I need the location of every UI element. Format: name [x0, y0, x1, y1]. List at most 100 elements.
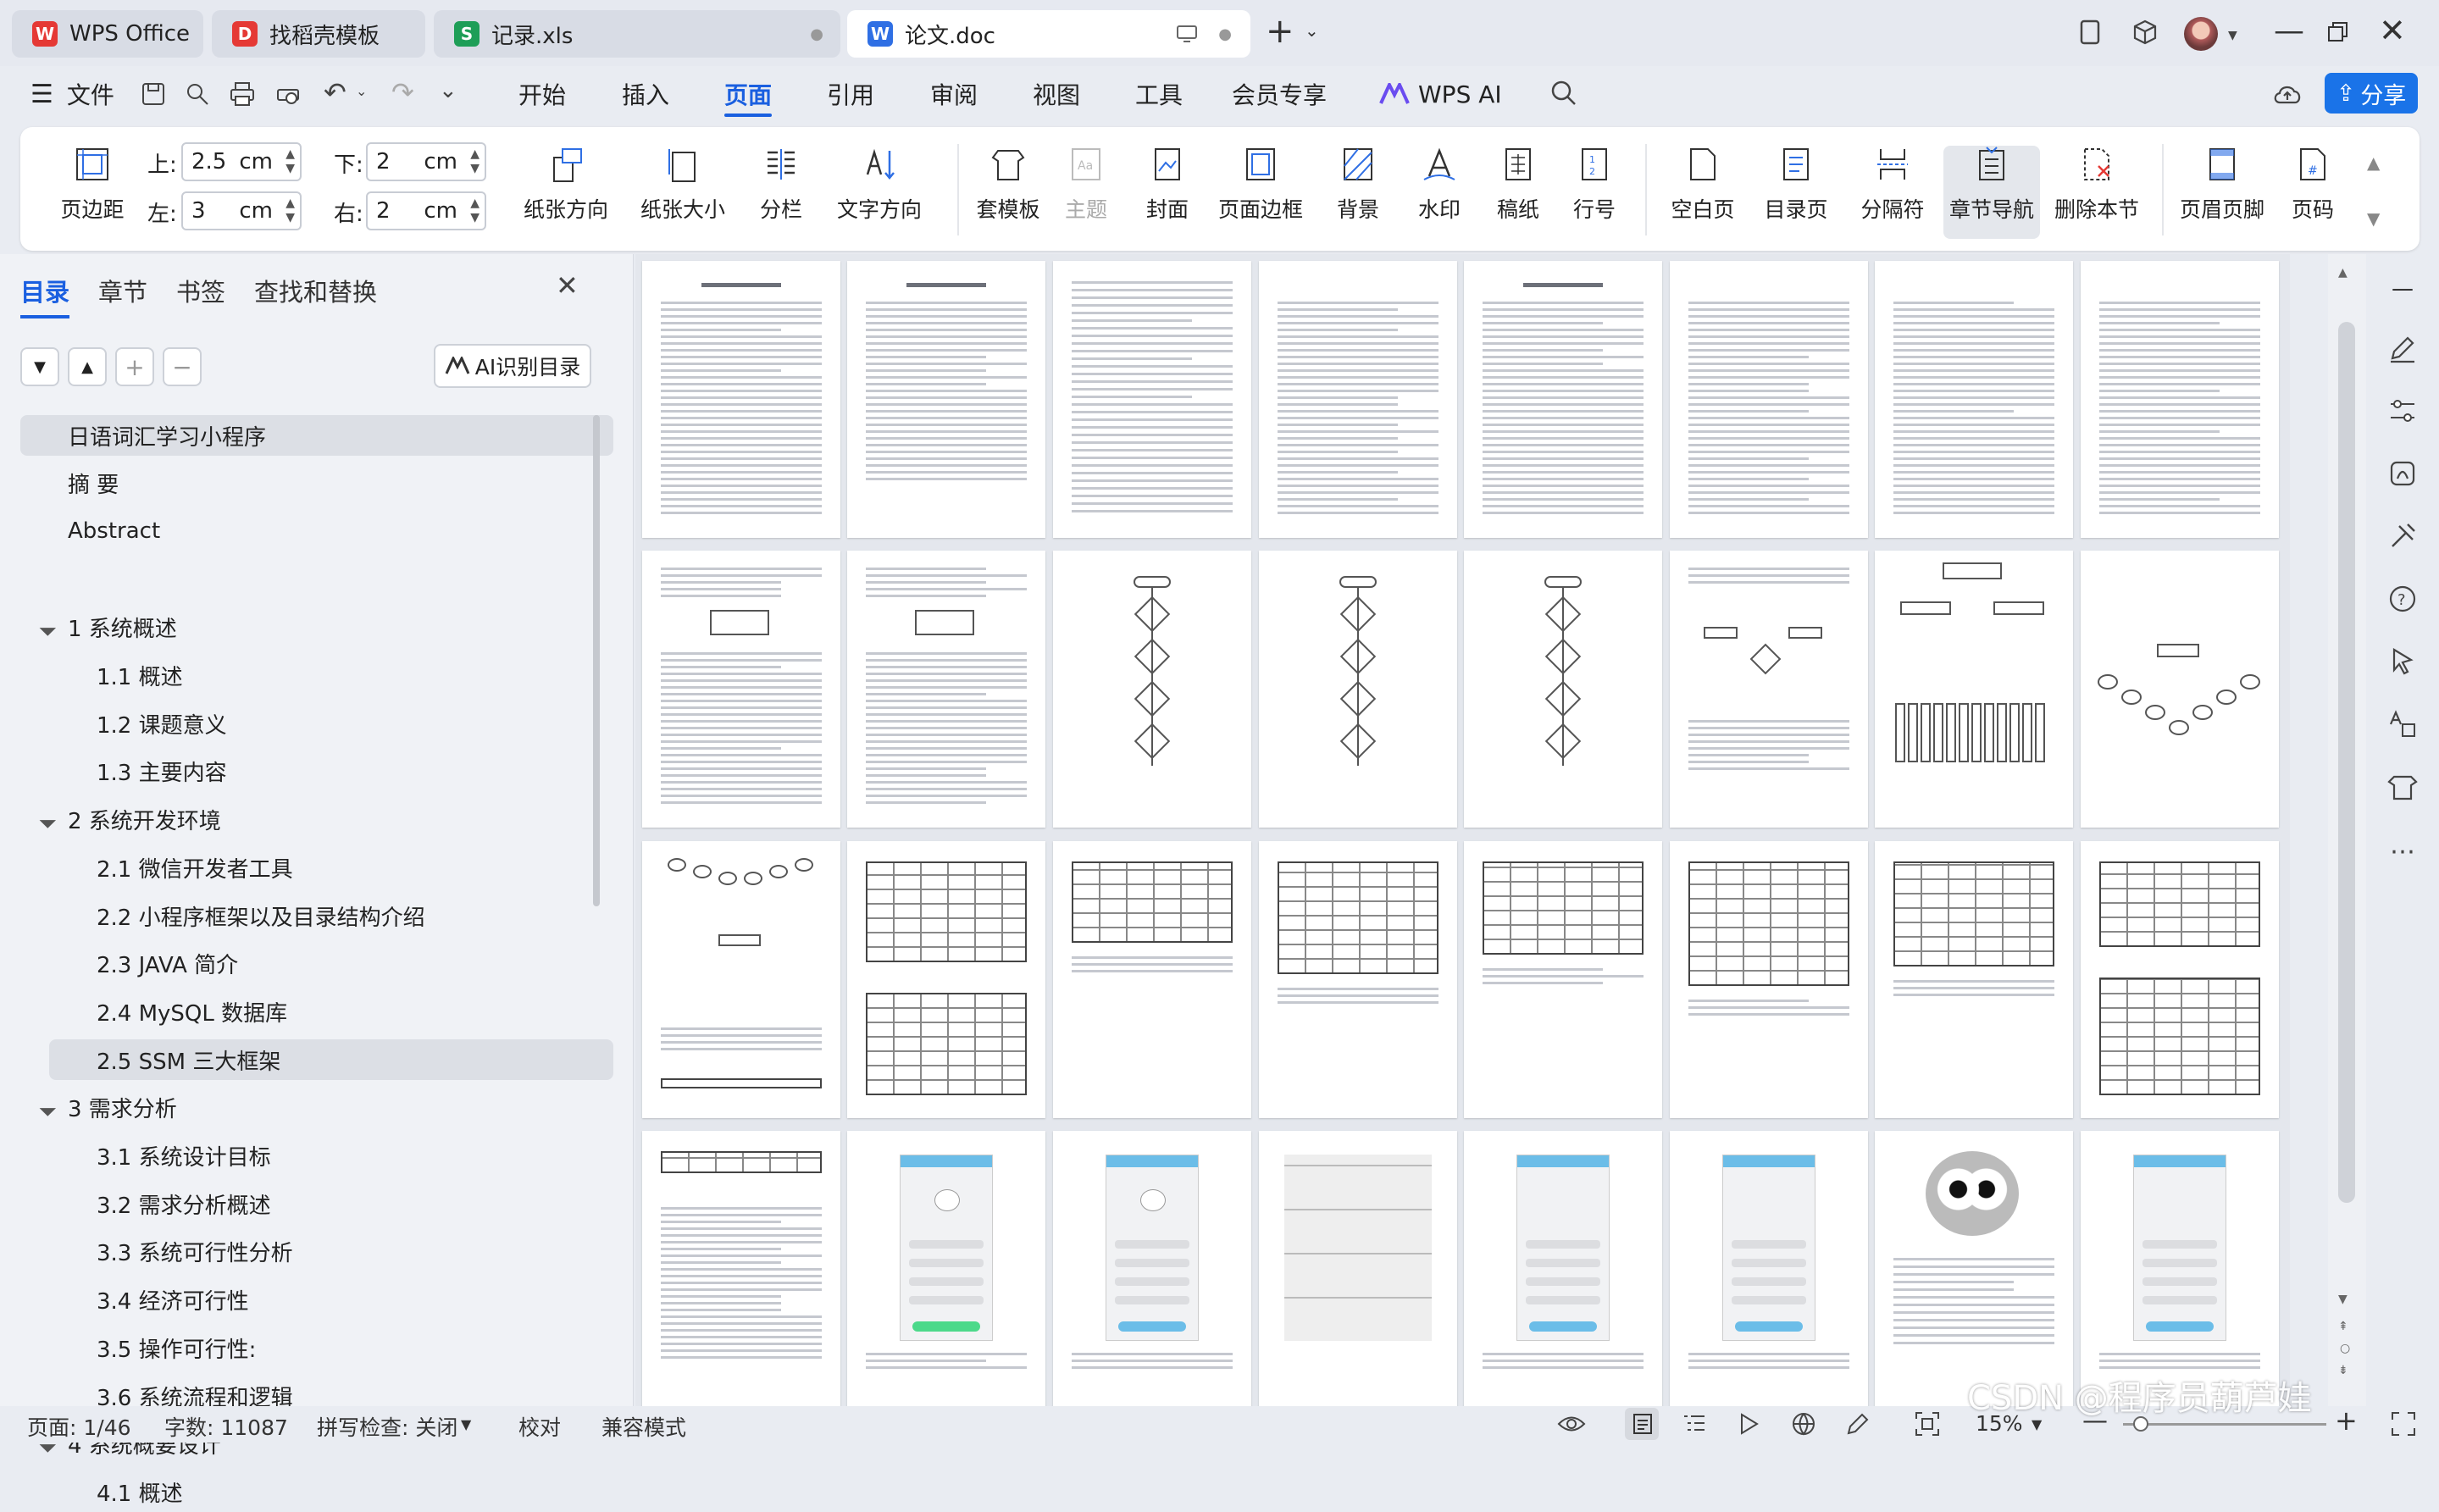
toc-item[interactable]: 1.3 主要内容	[97, 751, 605, 792]
toc-item[interactable]: 3.5 操作可行性:	[97, 1327, 605, 1368]
tools-icon[interactable]	[2385, 518, 2420, 554]
adjust-sliders-icon[interactable]	[2385, 393, 2420, 429]
page-indicator[interactable]: 页面: 1/46	[27, 1411, 131, 1442]
top-margin-input[interactable]: 2.5 cm ▲ ▼	[181, 142, 302, 181]
ribbon-scroll-up-icon[interactable]: ▲	[2367, 152, 2380, 173]
window-layout-icon[interactable]	[2077, 19, 2104, 46]
avatar[interactable]	[2184, 17, 2218, 51]
page-thumbnail[interactable]	[1670, 1131, 1868, 1406]
page-thumbnail[interactable]	[1670, 261, 1868, 538]
toc-item[interactable]: 2.5 SSM 三大框架	[49, 1039, 613, 1080]
file-menu[interactable]: ☰ 文件	[30, 66, 114, 122]
restore-icon[interactable]	[2326, 20, 2350, 44]
tab-dot-icon[interactable]: ●	[1218, 25, 1232, 43]
toc-item[interactable]: 4.1 概述	[97, 1471, 605, 1512]
word-count[interactable]: 字数: 11087	[164, 1411, 288, 1442]
tab-toc[interactable]: 目录	[20, 273, 69, 308]
style-icon[interactable]	[2385, 456, 2420, 491]
next-page-icon[interactable]: ⇟	[2338, 1364, 2348, 1377]
toc-item[interactable]: ◢ 1 系统概述	[68, 607, 576, 648]
minimize-icon[interactable]: —	[2274, 14, 2304, 48]
tab-wps-office[interactable]: W WPS Office	[12, 10, 203, 58]
blank-page-button[interactable]: 空白页	[1660, 146, 1745, 239]
paper-size-button[interactable]: 纸张大小	[632, 146, 734, 239]
zoom-slider[interactable]	[2123, 1423, 2326, 1426]
print-preview-icon[interactable]	[274, 81, 302, 107]
wps-ai-button[interactable]: WPS AI	[1379, 66, 1502, 122]
spin-arrows-icon[interactable]: ▲ ▼	[285, 147, 295, 176]
monitor-icon[interactable]	[1176, 25, 1198, 43]
cube-icon[interactable]	[2131, 19, 2159, 46]
toc-item[interactable]: 3.1 系统设计目标	[97, 1136, 605, 1177]
page-thumbnail[interactable]	[1464, 1131, 1662, 1406]
tab-dot-icon[interactable]: ●	[810, 25, 823, 43]
template-icon[interactable]	[2385, 769, 2420, 805]
toc-item[interactable]: 3.3 系统可行性分析	[97, 1232, 605, 1272]
move-up-button[interactable]: ▲	[68, 347, 107, 386]
toc-item[interactable]: ◢ 3 需求分析	[68, 1088, 576, 1128]
browse-object-icon[interactable]: ○	[2340, 1342, 2350, 1355]
page-thumbnail[interactable]	[1259, 1131, 1457, 1406]
expand-caret-icon[interactable]: ◢	[38, 1097, 59, 1118]
scroll-down-icon[interactable]: ▼	[2338, 1293, 2348, 1306]
page-thumbnail[interactable]	[2081, 1131, 2279, 1406]
section-nav-button[interactable]: 章节导航	[1943, 146, 2040, 239]
toc-page-button[interactable]: 目录页	[1754, 146, 1838, 239]
translate-icon[interactable]	[2385, 706, 2420, 742]
page-view-button[interactable]	[1625, 1408, 1659, 1440]
tab-find-replace[interactable]: 查找和替换	[254, 273, 377, 308]
menu-page[interactable]: 页面	[724, 66, 772, 122]
page-thumbnail[interactable]	[1053, 551, 1251, 828]
fit-page-icon[interactable]	[1915, 1411, 1940, 1437]
page-thumbnail[interactable]	[642, 261, 840, 538]
chevron-down-icon[interactable]: ⌄	[356, 83, 367, 99]
eye-icon[interactable]	[1557, 1413, 1586, 1435]
toc-item[interactable]: 2.4 MySQL 数据库	[97, 991, 605, 1032]
help-icon[interactable]: ?	[2385, 581, 2420, 617]
page-border-button[interactable]: 页面边框	[1210, 146, 1311, 239]
edit-pen-icon[interactable]	[2385, 330, 2420, 366]
watermark-button[interactable]: 水印	[1401, 146, 1477, 239]
remove-heading-button[interactable]: −	[163, 347, 202, 386]
spin-arrows-icon[interactable]: ▲ ▼	[470, 147, 479, 176]
menu-review[interactable]: 审阅	[930, 66, 978, 122]
bottom-margin-input[interactable]: 2 cm ▲ ▼	[366, 142, 486, 181]
toc-item[interactable]: 3.4 经济可行性	[97, 1280, 605, 1321]
scroll-up-icon[interactable]: ▲	[2338, 266, 2348, 280]
format-painter-icon[interactable]	[185, 81, 210, 107]
chevron-down-icon[interactable]: ▼	[2228, 29, 2237, 42]
vertical-scrollbar[interactable]: ▲ ▼ ⇞ ○ ⇟	[2328, 254, 2366, 1406]
page-thumbnail[interactable]	[642, 841, 840, 1118]
page-thumbnail[interactable]	[1053, 261, 1251, 538]
undo-icon[interactable]: ↶	[324, 76, 346, 108]
toc-item[interactable]: 日语词汇学习小程序	[20, 415, 613, 456]
pen-icon[interactable]	[1845, 1411, 1871, 1437]
ai-toc-button[interactable]: AI识别目录	[434, 344, 591, 388]
theme-button[interactable]: Aa 主题	[1052, 146, 1120, 239]
page-thumbnail[interactable]	[847, 261, 1045, 538]
orientation-button[interactable]: 纸张方向	[515, 146, 617, 239]
new-tab-icon[interactable]: +	[1266, 12, 1294, 51]
page-thumbnail[interactable]	[847, 1131, 1045, 1406]
delete-section-button[interactable]: 删除本节	[2050, 146, 2143, 239]
tab-sections[interactable]: 章节	[98, 273, 147, 308]
menu-insert[interactable]: 插入	[622, 66, 669, 122]
zoom-in-icon[interactable]: +	[2335, 1404, 2358, 1437]
toc-item[interactable]: 2.1 微信开发者工具	[97, 847, 605, 888]
page-thumbnail[interactable]	[2081, 261, 2279, 538]
spin-arrows-icon[interactable]: ▲ ▼	[470, 197, 479, 225]
share-button[interactable]: ⇪ 分享	[2325, 73, 2418, 114]
page-thumbnail[interactable]	[1259, 841, 1457, 1118]
proofread-button[interactable]: 校对	[518, 1411, 561, 1442]
header-footer-button[interactable]: 页眉页脚	[2176, 146, 2269, 239]
collapse-button[interactable]: ▼	[20, 347, 59, 386]
page-thumbnail[interactable]	[1259, 261, 1457, 538]
chevron-down-icon[interactable]: ⌄	[1305, 20, 1319, 41]
toc-item[interactable]: ◢ 2 系统开发环境	[68, 800, 576, 840]
page-thumbnail[interactable]	[1670, 551, 1868, 828]
toc-item[interactable]	[68, 559, 576, 600]
select-cursor-icon[interactable]	[2385, 644, 2420, 679]
search-icon[interactable]	[1550, 80, 1577, 107]
menu-view[interactable]: 视图	[1033, 66, 1080, 122]
spin-arrows-icon[interactable]: ▲ ▼	[285, 197, 295, 225]
